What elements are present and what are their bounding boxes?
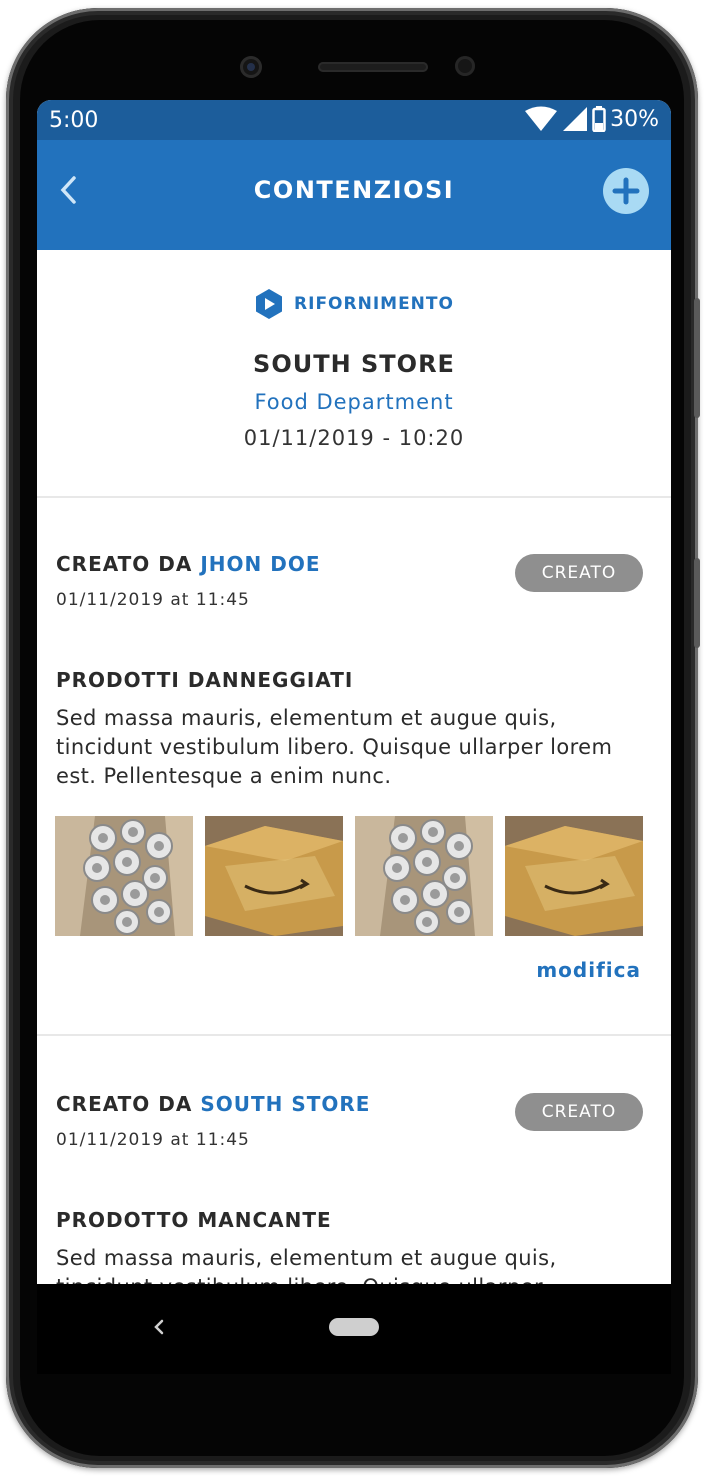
dispute-card: CREATO DA JHON DOE 01/11/2019 at 11:45 C… — [37, 498, 671, 1036]
photo-thumbnail[interactable] — [505, 816, 643, 936]
add-button[interactable] — [603, 168, 649, 214]
author-name: SOUTH STORE — [200, 1092, 371, 1116]
dispute-card: CREATO DA SOUTH STORE 01/11/2019 at 11:4… — [37, 1036, 671, 1284]
edit-link[interactable]: modifica — [536, 958, 641, 982]
delivery-type: RIFORNIMENTO — [37, 288, 671, 320]
delivery-datetime: 01/11/2019 - 10:20 — [243, 426, 465, 450]
page-title: CONTENZIOSI — [253, 176, 455, 204]
status-badge: CREATO — [515, 1093, 643, 1131]
signal-icon — [563, 107, 588, 131]
plus-icon — [612, 177, 640, 205]
front-camera — [240, 56, 262, 78]
nav-back-icon[interactable] — [149, 1312, 169, 1342]
proximity-sensor — [455, 56, 475, 76]
power-button — [694, 558, 700, 648]
delivery-header: RIFORNIMENTO SOUTH STORE Food Department… — [37, 250, 671, 498]
created-by-prefix: CREATO DA — [56, 552, 193, 576]
store-name: SOUTH STORE — [253, 350, 455, 378]
dispute-title: PRODOTTI DANNEGGIATI — [56, 668, 354, 692]
created-at: 01/11/2019 at 11:45 — [56, 1130, 250, 1150]
dispute-description: Sed massa mauris, elementum et augue qui… — [56, 706, 613, 788]
photo-gallery — [55, 816, 643, 936]
app-screen: 5:00 30% CONTENZIOSI RIFORNIMENTO SOUTH … — [37, 100, 671, 1284]
photo-thumbnail[interactable] — [205, 816, 343, 936]
status-time: 5:00 — [49, 108, 99, 133]
battery-percentage: 30% — [610, 106, 659, 132]
created-by-prefix: CREATO DA — [56, 1092, 193, 1116]
photo-thumbnail[interactable] — [55, 816, 193, 936]
created-by: CREATO DA SOUTH STORE — [56, 1092, 370, 1116]
earpiece-speaker — [318, 62, 428, 72]
app-bar: CONTENZIOSI — [37, 140, 671, 250]
created-by: CREATO DA JHON DOE — [56, 552, 320, 576]
damaged-box-photo — [205, 816, 343, 936]
hexagon-play-icon — [256, 289, 283, 319]
damaged-mugs-photo — [55, 816, 193, 936]
damaged-mugs-photo — [355, 816, 493, 936]
system-nav-bar — [37, 1284, 671, 1374]
dispute-description: Sed massa mauris, elementum et augue qui… — [56, 1246, 557, 1284]
created-at: 01/11/2019 at 11:45 — [56, 590, 250, 610]
status-badge: CREATO — [515, 554, 643, 592]
wifi-icon — [525, 106, 558, 131]
author-name: JHON DOE — [200, 552, 321, 576]
damaged-box-photo — [505, 816, 643, 936]
status-icons: 30% — [524, 106, 659, 132]
dispute-title: PRODOTTO MANCANTE — [56, 1208, 332, 1232]
battery-icon — [592, 106, 606, 132]
volume-button — [694, 298, 700, 418]
photo-thumbnail[interactable] — [355, 816, 493, 936]
nav-home-button[interactable] — [329, 1318, 379, 1336]
status-bar: 5:00 30% — [37, 100, 671, 140]
department-name: Food Department — [254, 390, 454, 414]
delivery-type-label: RIFORNIMENTO — [294, 294, 454, 314]
